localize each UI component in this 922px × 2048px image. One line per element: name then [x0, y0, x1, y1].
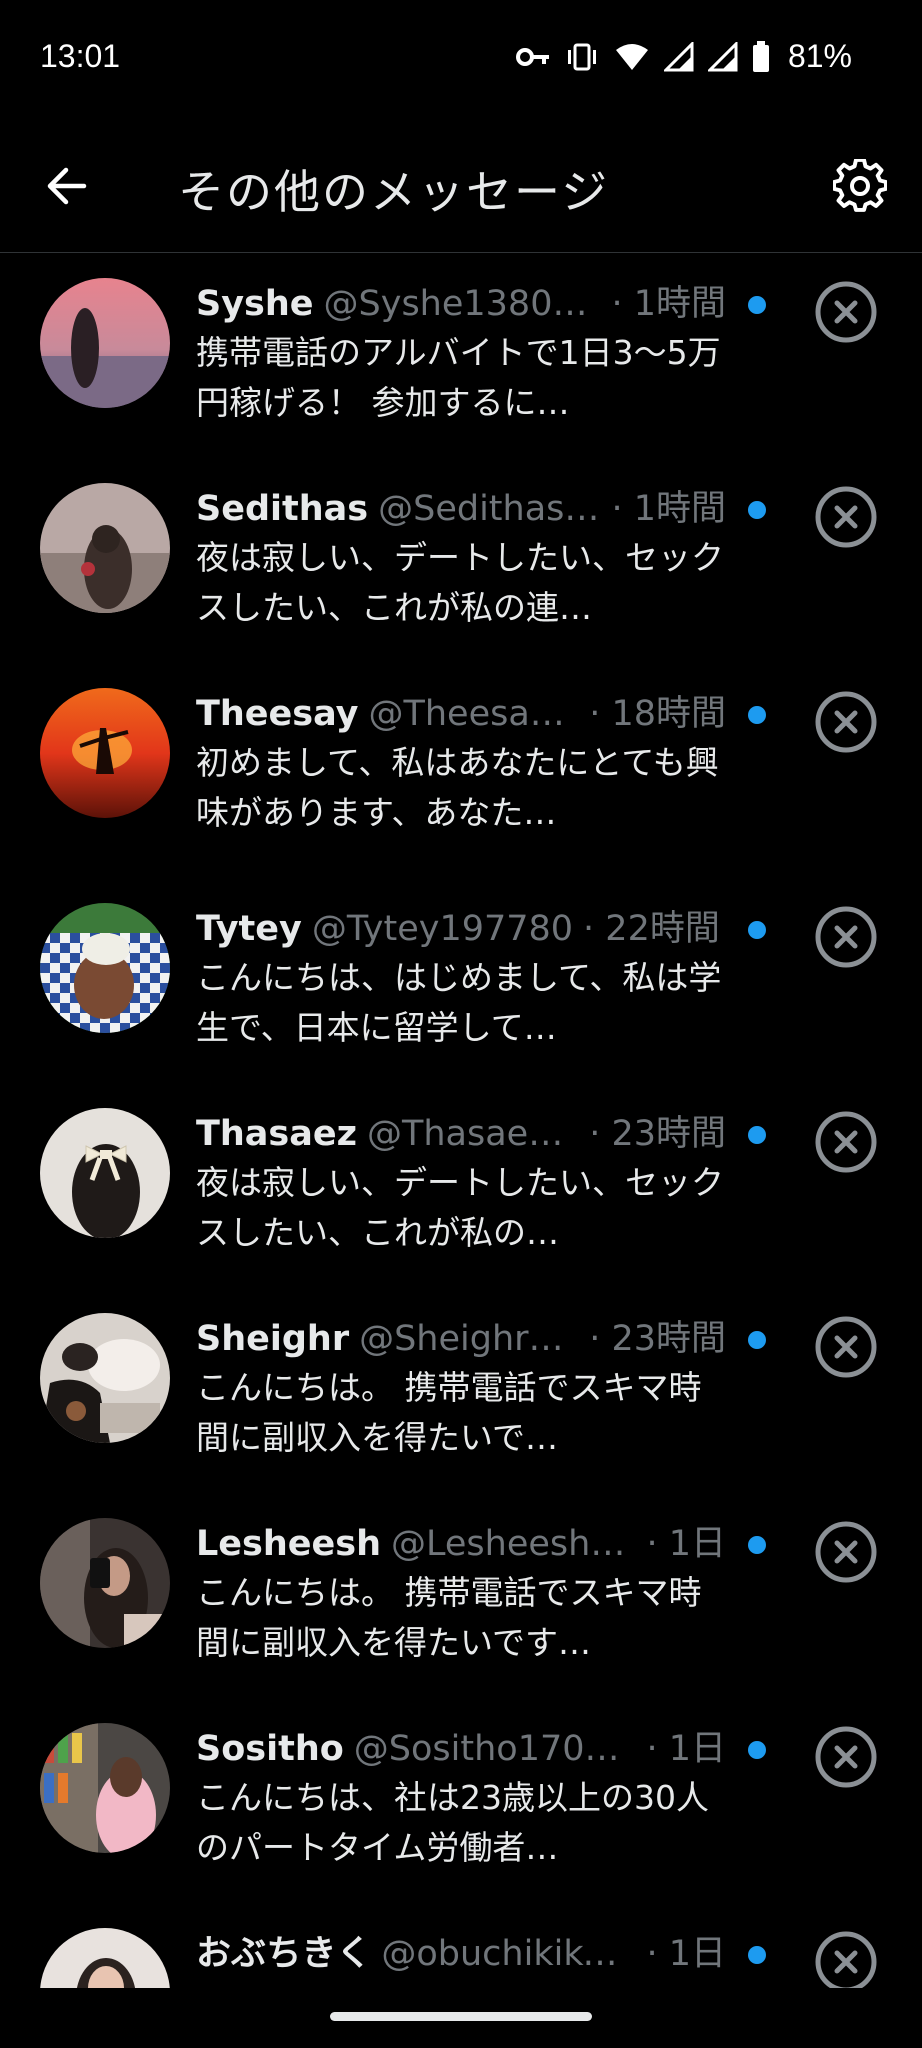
dismiss-button[interactable]	[812, 1518, 880, 1586]
message-row[interactable]: Syshe @Syshe1380173 · 1時間 携帯電話のアルバイトで1日3…	[0, 254, 922, 459]
dismiss-button[interactable]	[812, 1108, 880, 1176]
message-preview: 携帯電話のアルバイトで1日3〜5万円稼げる！ 参加するに…	[196, 333, 721, 422]
sender-name: Syshe	[196, 284, 314, 324]
close-circle-icon	[815, 281, 877, 343]
avatar[interactable]	[40, 1723, 170, 1853]
dismiss-button[interactable]	[812, 1723, 880, 1791]
page-title: その他のメッセージ	[178, 165, 610, 219]
avatar[interactable]	[40, 1928, 170, 1988]
unread-dot	[748, 1331, 766, 1349]
message-time: · 1日	[646, 1524, 726, 1564]
message-row[interactable]: おぶちきく @obuchikiku… · 1日	[0, 1904, 922, 1988]
message-preview: こんにちは。 携帯電話でスキマ時間に副収入を得たいで…	[196, 1368, 702, 1457]
close-circle-icon	[815, 691, 877, 753]
dismiss-button[interactable]	[812, 688, 880, 756]
message-list: Syshe @Syshe1380173 · 1時間 携帯電話のアルバイトで1日3…	[0, 254, 922, 1988]
close-circle-icon	[815, 1521, 877, 1583]
message-time: · 23時間	[589, 1319, 726, 1359]
unread-dot	[748, 501, 766, 519]
message-row[interactable]: Lesheesh @Lesheesh19… · 1日 こんにちは。 携帯電話でス…	[0, 1494, 922, 1699]
key-icon	[515, 46, 550, 68]
close-circle-icon	[815, 486, 877, 548]
gear-icon	[833, 159, 887, 212]
battery-percent: 81%	[787, 38, 852, 74]
header: その他のメッセージ	[0, 118, 922, 253]
message-row[interactable]: Theesay @Theesay3… · 18時間 初めまして、私はあなたにとて…	[0, 664, 922, 879]
close-circle-icon	[815, 906, 877, 968]
sender-handle: @Tytey197780	[311, 909, 574, 949]
sender-name: Sheighr	[196, 1319, 350, 1359]
message-row[interactable]: Sheighr @Sheighr35… · 23時間 こんにちは。 携帯電話でス…	[0, 1289, 922, 1494]
vibrate-icon	[564, 42, 600, 72]
sender-handle: @Sositho170523	[353, 1729, 637, 1769]
sender-handle: @Syshe1380173	[323, 284, 602, 324]
avatar[interactable]	[40, 688, 170, 818]
dismiss-button[interactable]	[812, 1313, 880, 1381]
signal-icon	[663, 41, 694, 72]
unread-dot	[748, 1741, 766, 1759]
unread-dot	[748, 296, 766, 314]
dismiss-button[interactable]	[812, 1928, 880, 1988]
close-circle-icon	[815, 1931, 877, 1988]
avatar[interactable]	[40, 483, 170, 613]
message-row[interactable]: Thasaez @Thasaez1… · 23時間 夜は寂しい、デートしたい、セ…	[0, 1084, 922, 1289]
unread-dot	[748, 921, 766, 939]
signal-icon-2	[707, 41, 738, 72]
message-time: · 1日	[646, 1729, 726, 1769]
avatar[interactable]	[40, 1313, 170, 1443]
close-circle-icon	[815, 1316, 877, 1378]
unread-dot	[748, 706, 766, 724]
sender-handle: @Sheighr35…	[359, 1319, 579, 1359]
gesture-nav-handle[interactable]	[330, 2012, 592, 2021]
status-icons: 81%	[515, 38, 852, 75]
status-bar: 13:01 81%	[0, 0, 922, 118]
message-preview: こんにちは、はじめまして、私は学生で、日本に留学して…	[196, 958, 722, 1047]
message-preview: こんにちは。 携帯電話でスキマ時間に副収入を得たいです…	[196, 1573, 702, 1662]
back-arrow-icon	[47, 167, 87, 205]
sender-name: Sedithas	[196, 489, 369, 529]
sender-name: Lesheesh	[196, 1524, 382, 1564]
avatar[interactable]	[40, 1108, 170, 1238]
status-time: 13:01	[40, 38, 121, 74]
dismiss-button[interactable]	[812, 278, 880, 346]
message-preview: 夜は寂しい、デートしたい、セックスしたい、これが私の…	[196, 1163, 724, 1252]
sender-handle: @Lesheesh19…	[391, 1524, 636, 1564]
sender-handle: @Thasaez1…	[366, 1114, 579, 1154]
message-time: · 22時間	[583, 909, 720, 949]
battery-icon	[752, 40, 770, 73]
dismiss-button[interactable]	[812, 903, 880, 971]
unread-dot	[748, 1126, 766, 1144]
settings-button[interactable]	[830, 156, 890, 216]
back-button[interactable]	[38, 158, 94, 214]
message-time: · 1時間	[611, 489, 726, 529]
sender-handle: @Theesay3…	[368, 694, 579, 734]
message-preview: 夜は寂しい、デートしたい、セックスしたい、これが私の連…	[196, 538, 724, 627]
message-preview: こんにちは、社は23歳以上の30人のパートタイム労働者…	[196, 1778, 709, 1867]
close-circle-icon	[815, 1726, 877, 1788]
sender-name: Sositho	[196, 1729, 344, 1769]
message-time: · 23時間	[589, 1114, 726, 1154]
message-time: · 1時間	[611, 284, 726, 324]
avatar[interactable]	[40, 903, 170, 1033]
message-row[interactable]: Sositho @Sositho170523 · 1日 こんにちは、社は23歳以…	[0, 1699, 922, 1904]
dismiss-button[interactable]	[812, 483, 880, 551]
message-time: · 18時間	[589, 694, 726, 734]
unread-dot	[748, 1946, 766, 1964]
message-preview: 初めまして、私はあなたにとても興味があります、あなた…	[196, 743, 719, 832]
close-circle-icon	[815, 1111, 877, 1173]
wifi-icon	[614, 42, 650, 72]
sender-name: Thasaez	[196, 1114, 357, 1154]
message-row[interactable]: Sedithas @Sedithas1… · 1時間 夜は寂しい、デートしたい、…	[0, 459, 922, 664]
message-time: · 1日	[646, 1934, 726, 1974]
avatar[interactable]	[40, 278, 170, 408]
unread-dot	[748, 1536, 766, 1554]
sender-name: Theesay	[196, 694, 359, 734]
sender-name: Tytey	[196, 909, 302, 949]
avatar[interactable]	[40, 1518, 170, 1648]
sender-name: おぶちきく	[196, 1934, 372, 1974]
message-preview	[196, 1978, 726, 1988]
message-row[interactable]: Tytey @Tytey197780 · 22時間 こんにちは、はじめまして、私…	[0, 879, 922, 1084]
sender-handle: @obuchikiku…	[381, 1934, 637, 1974]
sender-handle: @Sedithas1…	[378, 489, 602, 529]
